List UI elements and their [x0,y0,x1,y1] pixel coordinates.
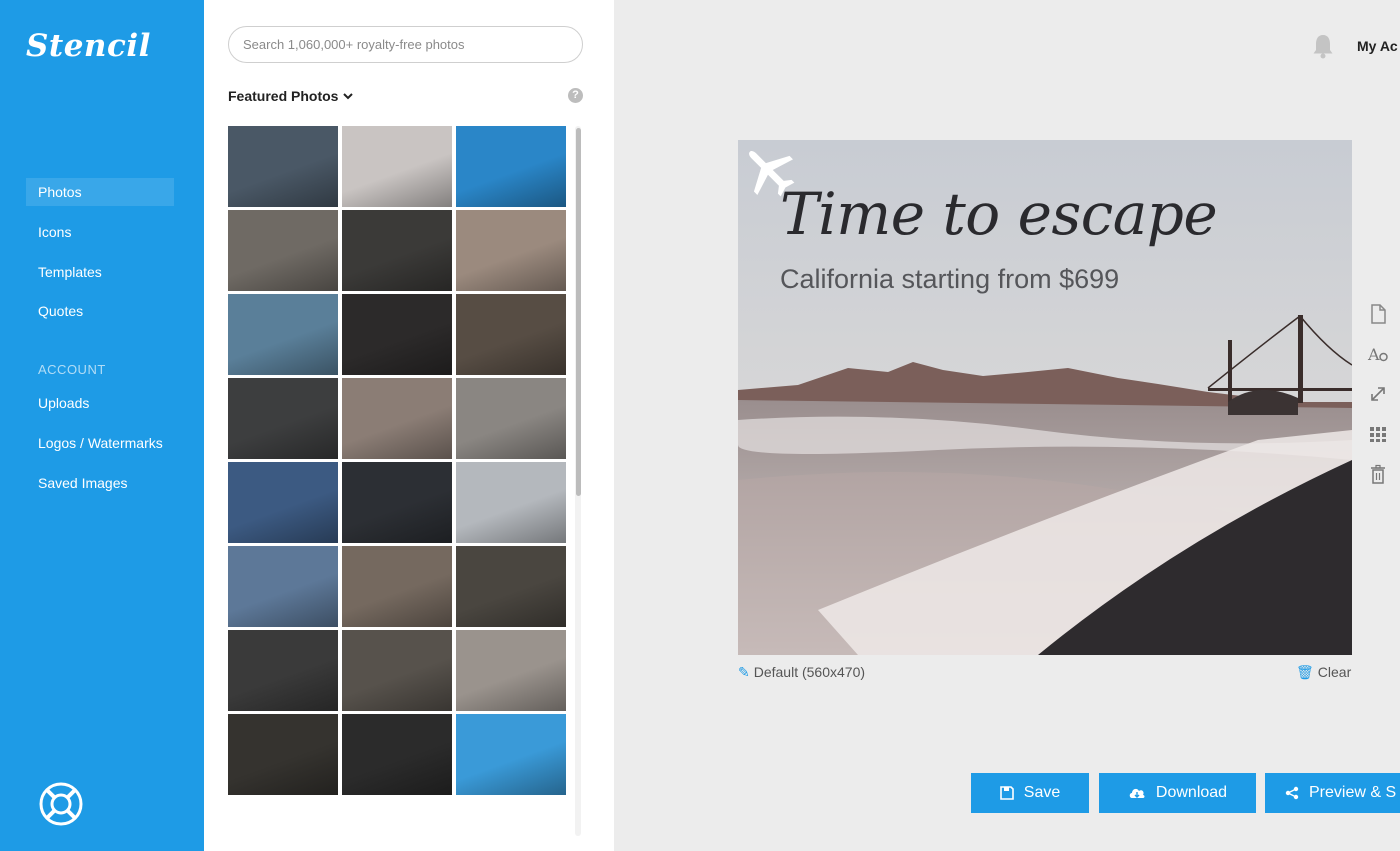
help-question-icon[interactable]: ? [568,88,583,103]
app-logo[interactable]: Stencil [26,28,151,64]
photo-scrollbar-thumb[interactable] [576,128,581,496]
photo-thumbnail[interactable] [228,294,338,375]
photo-thumbnail[interactable] [456,126,566,207]
photo-thumbnail[interactable] [228,630,338,711]
sidebar-item-saved-images[interactable]: Saved Images [26,469,174,497]
resize-icon[interactable] [1367,383,1389,405]
design-canvas[interactable]: Time to escape California starting from … [738,140,1352,655]
lifebuoy-icon[interactable] [38,781,84,827]
sidebar-item-icons[interactable]: Icons [26,218,174,246]
canvas-size-selector[interactable]: ✎ Default (560x470) [738,664,865,681]
photo-thumbnail[interactable] [228,546,338,627]
bell-icon[interactable] [1312,33,1334,59]
chevron-down-icon [342,88,354,104]
photo-thumbnail[interactable] [456,546,566,627]
trash-icon[interactable] [1367,463,1389,485]
airplane-icon[interactable] [738,140,800,202]
svg-text:A: A [1367,345,1380,364]
clear-canvas-button[interactable]: 🗑 Clear [1296,664,1351,681]
photo-thumbnail[interactable] [342,210,452,291]
sidebar: Stencil Photos Icons Templates Quotes AC… [0,0,204,851]
photo-thumbnail[interactable] [342,714,452,795]
save-label: Save [1023,784,1061,801]
sidebar-item-quotes[interactable]: Quotes [26,297,174,325]
photo-grid [228,126,568,836]
featured-photos-label: Featured Photos [228,88,339,104]
photo-thumbnail[interactable] [456,714,566,795]
download-label: Download [1155,784,1228,801]
clear-label: Clear [1317,664,1352,680]
pencil-icon: ✎ [738,664,750,680]
photo-thumbnail[interactable] [456,378,566,459]
share-icon [1285,786,1299,800]
photo-thumbnail[interactable] [342,294,452,375]
photo-thumbnail[interactable] [228,126,338,207]
photo-thumbnail[interactable] [456,630,566,711]
photo-thumbnail[interactable] [342,546,452,627]
photo-thumbnail[interactable] [342,378,452,459]
photo-thumbnail[interactable] [228,378,338,459]
photo-thumbnail[interactable] [456,462,566,543]
photo-thumbnail[interactable] [342,630,452,711]
account-section-heading: ACCOUNT [38,362,106,377]
preview-label: Preview & S [1309,784,1397,801]
canvas-subline[interactable]: California starting from $699 [780,264,1119,295]
photo-thumbnail[interactable] [342,126,452,207]
photo-thumbnail[interactable] [342,462,452,543]
download-button[interactable]: Download [1099,773,1256,813]
photo-thumbnail[interactable] [228,714,338,795]
text-style-icon[interactable]: A [1367,343,1389,365]
sidebar-item-uploads[interactable]: Uploads [26,389,174,417]
grid-icon[interactable] [1367,423,1389,445]
trash-icon: 🗑 [1296,664,1314,680]
sidebar-item-templates[interactable]: Templates [26,258,174,286]
photo-search-input[interactable] [228,26,583,63]
sidebar-item-photos[interactable]: Photos [26,178,174,206]
my-account-menu[interactable]: My Ac [1357,38,1398,54]
sidebar-item-logos-watermarks[interactable]: Logos / Watermarks [26,429,174,457]
photo-panel: Featured Photos ? [204,0,614,851]
preview-share-button[interactable]: Preview & S [1265,773,1400,813]
floppy-disk-icon [999,786,1014,800]
photo-thumbnail[interactable] [456,210,566,291]
cloud-download-icon [1128,786,1146,800]
save-button[interactable]: Save [971,773,1089,813]
featured-photos-dropdown[interactable]: Featured Photos [228,88,354,104]
photo-thumbnail[interactable] [228,462,338,543]
photo-thumbnail[interactable] [228,210,338,291]
photo-thumbnail[interactable] [456,294,566,375]
canvas-headline[interactable]: Time to escape [780,180,1218,248]
page-icon[interactable] [1367,303,1389,325]
canvas-size-text: Default (560x470) [753,664,866,680]
